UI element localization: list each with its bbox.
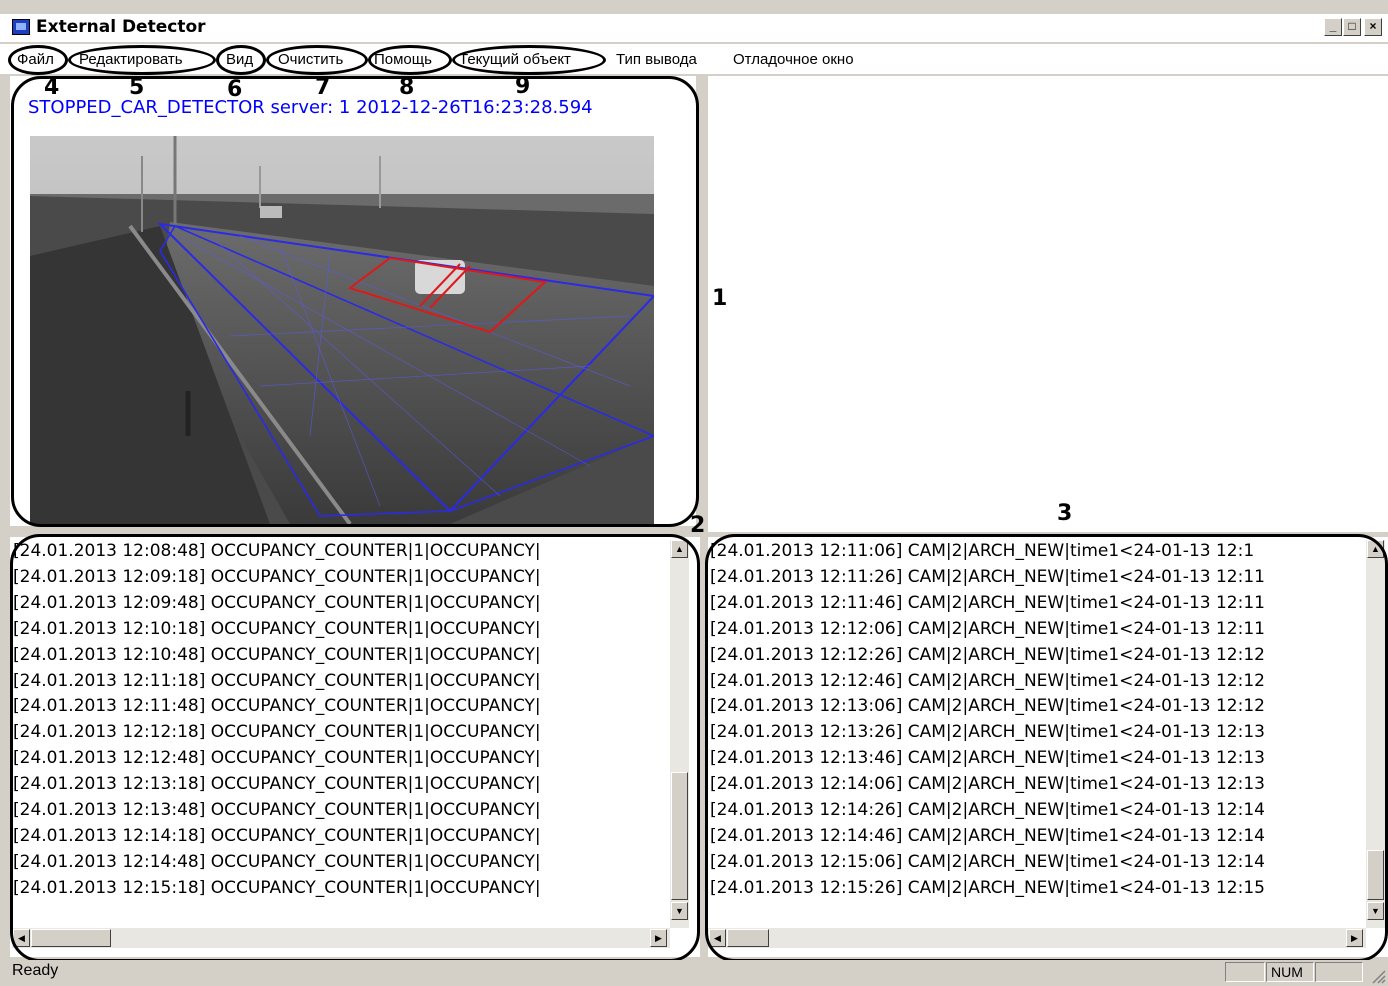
callout-3: 3 [1057,501,1073,526]
scroll-left-arrow-icon[interactable]: ◀ [709,929,726,947]
scroll-right-arrow-icon[interactable]: ▶ [1346,929,1363,947]
left-log-vscroll-thumb[interactable] [671,772,688,900]
resize-grip-icon[interactable] [1370,968,1386,984]
log-line: [24.01.2013 12:12:18] OCCUPANCY_COUNTER|… [13,722,541,743]
log-line: [24.01.2013 12:12:26] CAM|2|ARCH_NEW|tim… [710,644,1265,665]
callout-5: 5 [129,75,145,100]
minimize-button[interactable]: _ [1324,18,1342,36]
menu-output-type[interactable]: Тип вывода [616,51,697,68]
menu-debug-window[interactable]: Отладочное окно [733,51,854,68]
log-line: [24.01.2013 12:09:18] OCCUPANCY_COUNTER|… [13,566,541,587]
log-line: [24.01.2013 12:15:06] CAM|2|ARCH_NEW|tim… [710,851,1265,872]
log-line: [24.01.2013 12:14:06] CAM|2|ARCH_NEW|tim… [710,774,1265,795]
log-line: [24.01.2013 12:13:18] OCCUPANCY_COUNTER|… [13,774,541,795]
log-line: [24.01.2013 12:08:48] OCCUPANCY_COUNTER|… [13,541,541,561]
close-button[interactable]: × [1364,18,1382,36]
menu-file[interactable]: Файл [17,51,54,68]
log-line: [24.01.2013 12:14:18] OCCUPANCY_COUNTER|… [13,825,541,846]
left-log-list: [24.01.2013 12:08:48] OCCUPANCY_COUNTER|… [13,539,669,909]
scroll-right-arrow-icon[interactable]: ▶ [650,929,667,947]
log-line: [24.01.2013 12:11:18] OCCUPANCY_COUNTER|… [13,670,541,691]
log-line: [24.01.2013 12:11:26] CAM|2|ARCH_NEW|tim… [710,566,1265,587]
callout-1: 1 [712,286,728,311]
callout-2: 2 [690,513,706,538]
menu-clear[interactable]: Очистить [278,51,343,68]
log-line: [24.01.2013 12:11:48] OCCUPANCY_COUNTER|… [13,696,541,717]
camera-frame [30,136,654,524]
log-line: [24.01.2013 12:13:48] OCCUPANCY_COUNTER|… [13,800,541,821]
log-line: [24.01.2013 12:11:06] CAM|2|ARCH_NEW|tim… [710,541,1255,561]
left-log-hscroll-thumb[interactable] [31,929,111,947]
callout-6: 6 [227,77,243,102]
log-line: [24.01.2013 12:14:46] CAM|2|ARCH_NEW|tim… [710,825,1265,846]
callout-7: 7 [315,75,331,100]
log-line: [24.01.2013 12:15:26] CAM|2|ARCH_NEW|tim… [710,877,1265,898]
status-panel-scroll [1315,962,1363,982]
menu-edit[interactable]: Редактировать [79,51,183,68]
callout-4: 4 [44,75,60,100]
status-num-indicator: NUM [1266,962,1314,982]
log-line: [24.01.2013 12:14:48] OCCUPANCY_COUNTER|… [13,851,541,872]
scroll-up-arrow-icon[interactable]: ▲ [671,540,688,558]
log-line: [24.01.2013 12:10:48] OCCUPANCY_COUNTER|… [13,644,541,665]
window-title: External Detector [36,17,206,37]
app-icon [12,19,30,35]
scroll-down-arrow-icon[interactable]: ▼ [1367,902,1384,920]
title-bar [0,14,1388,42]
log-line: [24.01.2013 12:15:18] OCCUPANCY_COUNTER|… [13,877,541,898]
log-line: [24.01.2013 12:09:48] OCCUPANCY_COUNTER|… [13,592,541,613]
right-log-hscroll-thumb[interactable] [727,929,769,947]
right-log-vscroll-thumb[interactable] [1367,850,1384,900]
log-line: [24.01.2013 12:13:26] CAM|2|ARCH_NEW|tim… [710,722,1265,743]
log-line: [24.01.2013 12:12:06] CAM|2|ARCH_NEW|tim… [710,618,1265,639]
status-bar [0,960,1388,986]
callout-8: 8 [399,75,415,100]
preview-pane [708,76,1388,532]
log-line: [24.01.2013 12:13:46] CAM|2|ARCH_NEW|tim… [710,748,1265,769]
log-line: [24.01.2013 12:14:26] CAM|2|ARCH_NEW|tim… [710,800,1265,821]
right-log-list: [24.01.2013 12:11:06] CAM|2|ARCH_NEW|tim… [710,539,1365,909]
menu-help[interactable]: Помощь [374,51,432,68]
log-line: [24.01.2013 12:11:46] CAM|2|ARCH_NEW|tim… [710,592,1265,613]
video-header: STOPPED_CAR_DETECTOR server: 1 2012-12-2… [28,97,593,118]
log-line: [24.01.2013 12:13:06] CAM|2|ARCH_NEW|tim… [710,696,1265,717]
scroll-down-arrow-icon[interactable]: ▼ [671,902,688,920]
menu-view[interactable]: Вид [226,51,253,68]
menu-current-object[interactable]: Текущий объект [459,51,571,68]
status-text: Ready [12,962,59,979]
scroll-up-arrow-icon[interactable]: ▲ [1367,540,1384,558]
status-panel-empty [1225,962,1265,982]
log-line: [24.01.2013 12:12:48] OCCUPANCY_COUNTER|… [13,748,541,769]
right-log-hscrollbar[interactable] [708,928,1366,948]
log-line: [24.01.2013 12:12:46] CAM|2|ARCH_NEW|tim… [710,670,1265,691]
maximize-button[interactable]: □ [1343,18,1361,36]
scroll-left-arrow-icon[interactable]: ◀ [13,929,30,947]
log-line: [24.01.2013 12:10:18] OCCUPANCY_COUNTER|… [13,618,541,639]
callout-9: 9 [515,74,531,99]
